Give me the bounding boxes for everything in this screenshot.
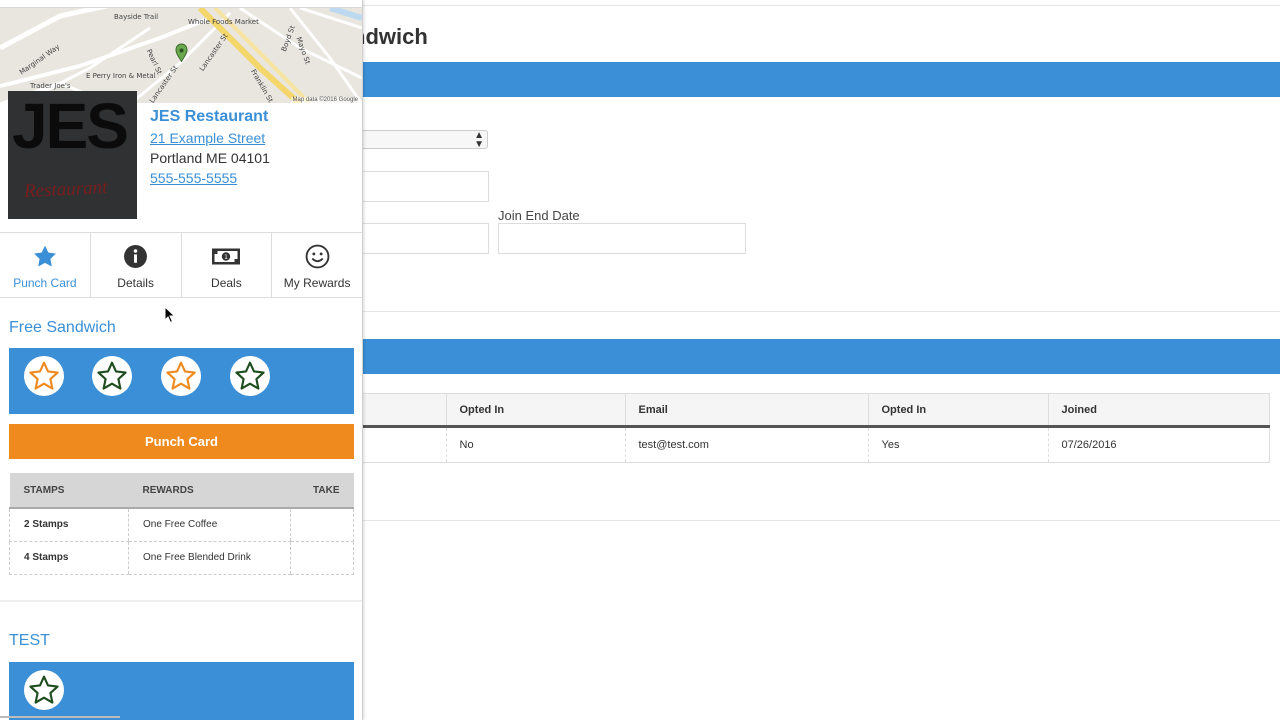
stamp-star-icon bbox=[24, 670, 64, 710]
select-arrows-icon: ▲ ▼ bbox=[474, 130, 484, 150]
restaurant-logo: JES Restaurant bbox=[8, 91, 137, 219]
table-row: 4 Stamps One Free Blended Drink bbox=[9, 541, 354, 575]
table-cell: test@test.com bbox=[624, 426, 868, 463]
subscribers-table: Opted In Email Opted In Joined No test@t… bbox=[363, 393, 1270, 463]
divider bbox=[363, 520, 1280, 521]
table-cell: Yes bbox=[867, 426, 1048, 463]
map-label: E Perry Iron & Metal bbox=[86, 72, 156, 80]
reward-name: One Free Coffee bbox=[128, 508, 291, 542]
svg-text:1: 1 bbox=[224, 254, 228, 261]
column-header-rewards: REWARDS bbox=[128, 473, 291, 509]
map-label: Whole Foods Market bbox=[188, 18, 259, 26]
tab-details[interactable]: Details bbox=[91, 233, 182, 297]
scrollbar[interactable] bbox=[0, 716, 120, 718]
column-header-take: TAKE bbox=[290, 473, 354, 509]
browser-top-edge bbox=[363, 0, 1280, 6]
tab-label: Deals bbox=[211, 276, 242, 290]
punch-card-title: Free Sandwich bbox=[9, 319, 116, 336]
join-end-date-input[interactable] bbox=[498, 223, 746, 254]
mobile-preview-panel: Bayside Trail Whole Foods Market Margina… bbox=[0, 0, 363, 720]
divider bbox=[363, 311, 1280, 312]
stamp-star-icon bbox=[92, 356, 132, 396]
tab-punch-card[interactable]: Punch Card bbox=[0, 233, 91, 297]
subscribers-header-bar bbox=[363, 339, 1280, 374]
smiley-icon bbox=[272, 244, 362, 269]
reward-stamps: 2 Stamps bbox=[9, 508, 129, 542]
punch-card-title: TEST bbox=[9, 632, 50, 649]
star-icon bbox=[0, 244, 90, 269]
table-header-row: Opted In Email Opted In Joined bbox=[363, 393, 1270, 428]
stamp-star-icon bbox=[24, 356, 64, 396]
stamp-star-icon bbox=[230, 356, 270, 396]
tab-label: Punch Card bbox=[13, 276, 77, 290]
logo-script: Restaurant bbox=[23, 176, 108, 203]
business-address-link[interactable]: 21 Example Street bbox=[150, 130, 265, 146]
table-cell: 07/26/2016 bbox=[1047, 426, 1270, 463]
tab-my-rewards[interactable]: My Rewards bbox=[272, 233, 362, 297]
map-label: Bayside Trail bbox=[114, 13, 159, 21]
map-label: Trader Joe's bbox=[30, 82, 71, 90]
table-row: No test@test.com Yes 07/26/2016 bbox=[363, 426, 1270, 463]
column-header-email[interactable]: Email bbox=[624, 393, 868, 428]
column-header-stamps: STAMPS bbox=[9, 473, 129, 509]
page-title: ndwich bbox=[352, 24, 428, 49]
reward-take[interactable] bbox=[290, 508, 354, 542]
join-end-date-label: Join End Date bbox=[498, 208, 580, 223]
table-cell bbox=[363, 426, 446, 463]
column-header-opted-in[interactable]: Opted In bbox=[445, 393, 625, 428]
business-city: Portland ME 04101 bbox=[150, 150, 270, 166]
table-row: 2 Stamps One Free Coffee bbox=[9, 508, 354, 542]
mouse-cursor-icon bbox=[164, 305, 176, 329]
money-icon: 1 bbox=[182, 244, 272, 269]
business-phone-link[interactable]: 555-555-5555 bbox=[150, 170, 237, 186]
logo-text: JES bbox=[12, 91, 129, 162]
tab-deals[interactable]: 1 Deals bbox=[182, 233, 273, 297]
column-header-opted-in-2[interactable]: Opted In bbox=[867, 393, 1048, 428]
stamp-star-icon bbox=[161, 356, 201, 396]
punch-card-button[interactable]: Punch Card bbox=[9, 424, 354, 459]
column-header-joined[interactable]: Joined bbox=[1047, 393, 1270, 428]
table-header-row: STAMPS REWARDS TAKE bbox=[9, 473, 354, 509]
business-name[interactable]: JES Restaurant bbox=[150, 108, 268, 126]
location-map[interactable]: Bayside Trail Whole Foods Market Margina… bbox=[0, 7, 362, 103]
filter-select[interactable]: ▲ ▼ bbox=[363, 130, 488, 150]
reward-name: One Free Blended Drink bbox=[128, 541, 291, 575]
punch-card-stamps bbox=[9, 662, 354, 720]
rewards-table: STAMPS REWARDS TAKE 2 Stamps One Free Co… bbox=[9, 473, 354, 575]
tab-label: Details bbox=[117, 276, 154, 290]
table-cell: No bbox=[445, 426, 625, 463]
info-icon bbox=[91, 244, 181, 269]
section-header-bar bbox=[363, 62, 1280, 97]
punch-card-stamps bbox=[9, 348, 354, 414]
join-start-date-input[interactable] bbox=[363, 223, 489, 254]
tab-bar: Punch Card Details 1 Deals My Rewards bbox=[0, 232, 362, 298]
filter-input-1[interactable] bbox=[363, 171, 489, 202]
reward-stamps: 4 Stamps bbox=[9, 541, 129, 575]
reward-take[interactable] bbox=[290, 541, 354, 575]
column-header[interactable] bbox=[363, 393, 446, 428]
map-attribution: Map data ©2016 Google bbox=[290, 97, 360, 103]
tab-label: My Rewards bbox=[283, 276, 351, 290]
card-divider bbox=[0, 600, 362, 602]
